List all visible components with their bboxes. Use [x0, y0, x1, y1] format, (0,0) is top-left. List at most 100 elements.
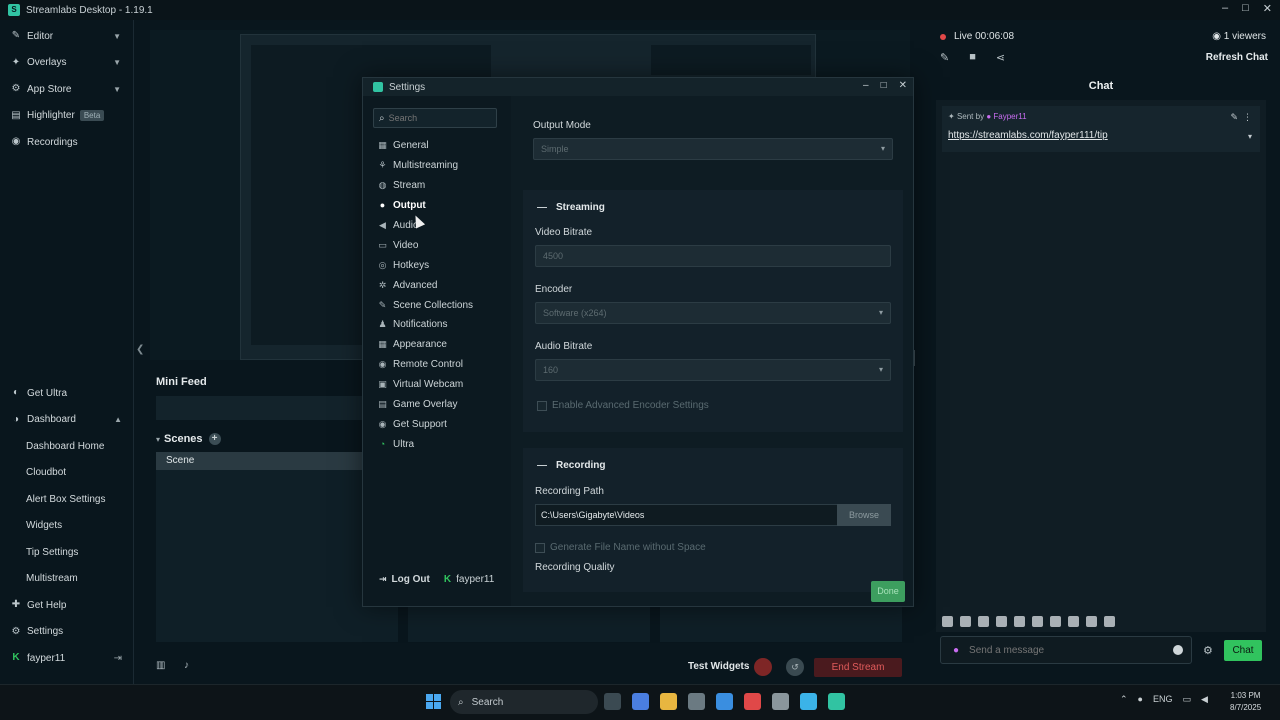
mic-icon[interactable]: ● [1138, 694, 1143, 705]
emote-icon[interactable] [1068, 616, 1079, 627]
sidebar-subitem-dashboard-home[interactable]: Dashboard Home [0, 433, 134, 460]
settings-nav-output[interactable]: ● Output [377, 196, 473, 216]
taskbar-clock[interactable]: 1:03 PM 8/7/2025 [1230, 690, 1261, 714]
settings-search-input[interactable] [388, 113, 485, 123]
language-indicator[interactable]: ENG [1153, 694, 1173, 705]
sidebar-subitem-widgets[interactable]: Widgets [0, 513, 134, 540]
streamlabs-taskbar-icon[interactable] [828, 693, 845, 710]
record-button[interactable] [754, 658, 772, 676]
settings-nav-video[interactable]: ▭ Video [377, 235, 473, 255]
share-icon[interactable]: ⋖ [996, 51, 1005, 64]
store-icon[interactable] [688, 693, 705, 710]
sidebar-item-highlighter[interactable]: ▤ Highlighter Beta [0, 103, 133, 130]
emote-icon[interactable] [1086, 616, 1097, 627]
display-icon[interactable]: ▭ [1183, 694, 1192, 705]
volume-icon[interactable]: ◀ [1201, 694, 1208, 705]
settings-nav-notifications[interactable]: ♟ Notifications [377, 315, 473, 335]
sidebar-item-overlays[interactable]: ✦ Overlays ▼ [0, 50, 133, 77]
close-icon[interactable]: ✕ [1263, 2, 1272, 15]
performance-icon[interactable]: ▥ [156, 660, 165, 671]
youtube-icon[interactable] [744, 693, 761, 710]
emote-icon[interactable] [1032, 616, 1043, 627]
filename-nospace-checkbox[interactable] [535, 542, 545, 553]
windows-start-icon[interactable] [426, 694, 441, 709]
settings-nav-ultra[interactable]: ◔ Ultra [377, 434, 473, 454]
copilot-icon[interactable] [632, 693, 649, 710]
encoder-select[interactable]: Software (x264) ▾ [535, 302, 891, 324]
emoji-icon[interactable] [1173, 645, 1183, 655]
replay-buffer-button[interactable]: ↺ [786, 658, 804, 676]
emote-icon[interactable] [1104, 616, 1115, 627]
sidebar-item-user[interactable]: K fayper11 ⇥ [0, 645, 134, 672]
close-icon[interactable]: ✕ [899, 80, 907, 91]
minimize-icon[interactable]: – [1222, 2, 1228, 15]
settings-nav-stream[interactable]: ◍ Stream [377, 176, 473, 196]
task-view-icon[interactable] [604, 693, 621, 710]
advanced-encoder-checkbox-row[interactable]: Enable Advanced Encoder Settings [537, 400, 709, 411]
video-bitrate-input[interactable]: 4500 [535, 245, 891, 267]
chevron-down-icon[interactable]: ▾ [156, 435, 160, 444]
send-chat-button[interactable]: Chat [1224, 640, 1262, 661]
end-stream-button[interactable]: End Stream [814, 658, 902, 677]
sidebar-item-editor[interactable]: ✎ Editor ▼ [0, 23, 133, 50]
sidebar-item-app-store[interactable]: ⚙ App Store ▼ [0, 76, 133, 103]
gear-icon[interactable]: ⚙ [1203, 644, 1213, 657]
edge-icon[interactable] [800, 693, 817, 710]
settings-nav-appearance[interactable]: ▦ Appearance [377, 335, 473, 355]
recording-path-input[interactable]: C:\Users\Gigabyte\Videos [535, 504, 839, 526]
settings-nav-multistreaming[interactable]: ⚘ Multistreaming [377, 156, 473, 176]
sidebar-item-recordings[interactable]: ◉ Recordings [0, 129, 133, 156]
add-scene-icon[interactable]: + [208, 433, 221, 445]
sidebar-item-dashboard[interactable]: ◑ Dashboard ▲ [0, 407, 134, 434]
settings-nav-get-support[interactable]: ◉ Get Support [377, 414, 473, 434]
refresh-chat-button[interactable]: Refresh Chat [1206, 52, 1268, 63]
sidebar-subitem-tip-settings[interactable]: Tip Settings [0, 539, 134, 566]
sidebar-subitem-alert-box-settings[interactable]: Alert Box Settings [0, 486, 134, 513]
settings-nav-audio[interactable]: ◀ Audio [377, 216, 473, 236]
output-mode-select[interactable]: Simple ▾ [533, 138, 893, 160]
pinned-link[interactable]: https://streamlabs.com/fayper111/tip [948, 130, 1108, 141]
sidebar-item-get-help[interactable]: ✚ Get Help [0, 592, 134, 619]
maximize-icon[interactable]: □ [1242, 2, 1249, 15]
settings-nav-remote-control[interactable]: ◉ Remote Control [377, 355, 473, 375]
video-icon[interactable]: ■ [969, 51, 976, 64]
logout-button[interactable]: Log Out [392, 574, 430, 585]
chevron-up-icon[interactable]: ⌃ [1120, 694, 1128, 705]
audio-bitrate-select[interactable]: 160 ▾ [535, 359, 891, 381]
chevron-down-icon[interactable]: ▾ [1248, 132, 1252, 141]
minimize-icon[interactable]: – [863, 80, 869, 91]
sidebar-item-settings[interactable]: ⚙ Settings [0, 619, 134, 646]
bell-icon[interactable]: ♪ [184, 660, 189, 671]
filename-nospace-checkbox-row[interactable]: Generate File Name without Space [535, 542, 706, 553]
emote-icon[interactable] [1014, 616, 1025, 627]
settings-nav-hotkeys[interactable]: ◎ Hotkeys [377, 255, 473, 275]
file-explorer-icon[interactable] [660, 693, 677, 710]
collapse-sidebar-icon[interactable]: ❮ [136, 344, 144, 355]
sidebar-subitem-cloudbot[interactable]: Cloudbot [0, 460, 134, 487]
done-button[interactable]: Done [871, 581, 905, 602]
advanced-encoder-checkbox[interactable] [537, 400, 547, 411]
logout-icon[interactable]: ⇥ [114, 653, 122, 664]
maximize-icon[interactable]: □ [881, 80, 887, 91]
streaming-section-header[interactable]: Streaming [537, 202, 605, 213]
sidebar-item-get-ultra[interactable]: ◐ Get Ultra [0, 380, 134, 407]
test-widgets-button[interactable]: Test Widgets [688, 661, 749, 672]
emote-icon[interactable] [996, 616, 1007, 627]
scene-item[interactable]: Scene [156, 452, 362, 470]
settings-nav-general[interactable]: ▦ General [377, 136, 473, 156]
settings-nav-game-overlay[interactable]: ▤ Game Overlay [377, 395, 473, 415]
unpin-icon[interactable]: ✎ [1230, 112, 1238, 123]
taskbar-search[interactable]: ⌕ Search [450, 690, 598, 714]
settings-nav-scene-collections[interactable]: ✎ Scene Collections [377, 295, 473, 315]
emote-icon[interactable] [960, 616, 971, 627]
settings-nav-virtual-webcam[interactable]: ▣ Virtual Webcam [377, 375, 473, 395]
sidebar-subitem-multistream[interactable]: Multistream [0, 566, 134, 593]
more-options-icon[interactable]: ⋮ [1243, 112, 1252, 123]
emote-icon[interactable] [942, 616, 953, 627]
recording-section-header[interactable]: Recording [537, 460, 605, 471]
emote-icon[interactable] [978, 616, 989, 627]
browse-button[interactable]: Browse [837, 504, 891, 526]
outlook-icon[interactable] [716, 693, 733, 710]
emote-icon[interactable] [1050, 616, 1061, 627]
edit-icon[interactable]: ✎ [940, 51, 949, 64]
